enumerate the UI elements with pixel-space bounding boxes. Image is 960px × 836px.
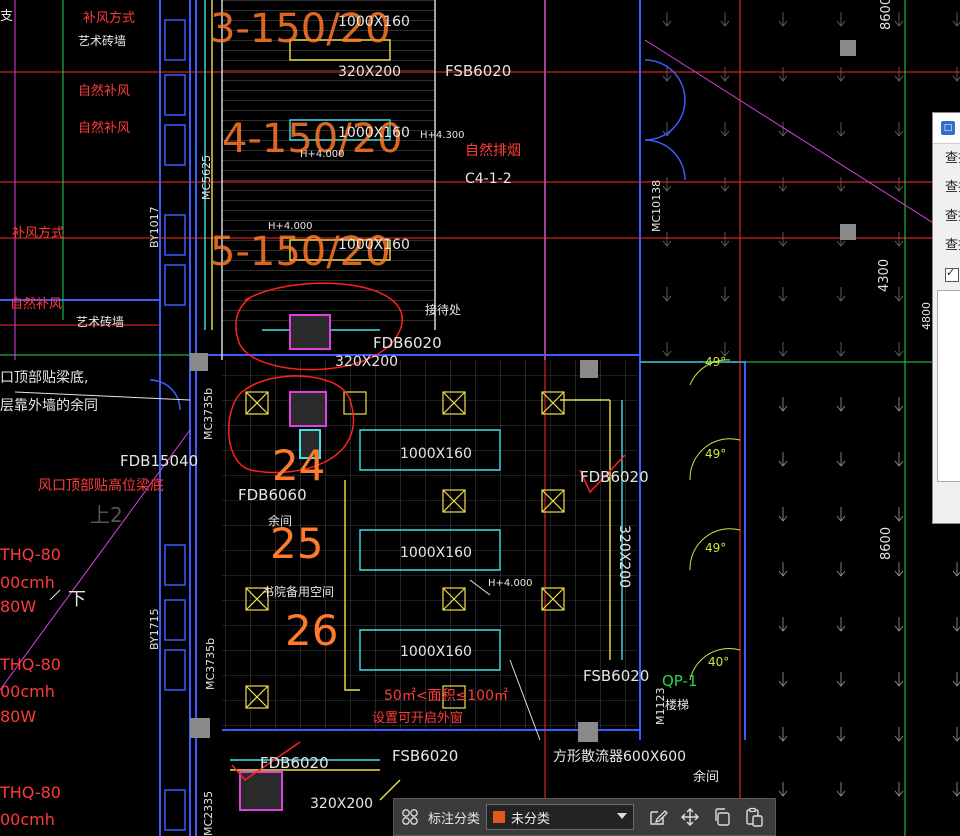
duct-label-6: 1000X160 — [400, 446, 472, 462]
arrow-field-top — [660, 0, 960, 360]
app-icon: □ — [941, 121, 955, 135]
label-left-cut: 支 — [0, 9, 13, 24]
equip-cmh-2: 00cmh — [0, 682, 55, 701]
note-window-rule: 设置可开启外窗 — [372, 710, 463, 726]
angle-1: 49° — [705, 355, 726, 369]
duct-label-2: 320X200 — [338, 64, 401, 80]
duct-label-1: 1000X160 — [338, 14, 410, 30]
label-spare-1: 余间 — [268, 513, 292, 528]
duct-label-4: 1000X160 — [338, 237, 410, 253]
door-mc2335: MC2335 — [202, 791, 215, 836]
label-backup-space: 书院备用空间 — [262, 585, 334, 599]
equip-cmh-1: 00cmh — [0, 573, 55, 592]
equip-thq-1: THQ-80 — [0, 545, 61, 564]
label-art-brick-2: 艺术砖墙 — [76, 314, 124, 329]
damper-fsb-bottom: FSB6020 — [392, 747, 458, 765]
markup-26: 26 — [285, 606, 338, 655]
damper-fdb-bottom: FDB6020 — [260, 754, 329, 772]
damper-fdb-right: FDB6020 — [580, 468, 649, 486]
markup-24: 24 — [272, 441, 325, 490]
tag-c4: C4-1-2 — [465, 171, 512, 187]
annotation-toolbar: 标注分类 未分类 — [393, 798, 776, 836]
note-beam-2: 层靠外墙的余同 — [0, 397, 98, 414]
dialog-titlebar[interactable]: □ — [933, 113, 960, 144]
label-art-brick-1: 艺术砖墙 — [78, 33, 126, 48]
angle-2: 49° — [705, 447, 726, 461]
paste-button[interactable] — [738, 802, 770, 832]
label-natural-exhaust: 自然排烟 — [465, 142, 521, 159]
tag-qp: QP-1 — [662, 672, 697, 690]
results-list[interactable] — [937, 290, 960, 482]
note-area-rule: 50㎡<面积≤100㎡ — [384, 688, 508, 704]
find-row-1[interactable]: 查找 — [933, 144, 960, 173]
door-m1123: M1123 — [654, 688, 667, 726]
arrow-field-right — [738, 360, 960, 836]
dim-8600: 8600 — [879, 527, 894, 560]
note-up: 上2 — [90, 503, 123, 527]
category-label: 标注分类 — [428, 811, 481, 827]
chevron-down-icon — [617, 813, 628, 819]
damper-fsb-right: FSB6020 — [583, 667, 649, 685]
duct-label-7: 1000X160 — [400, 545, 472, 561]
label-spare-2: 余间 — [693, 769, 719, 785]
duct-label-11: 方形散流器600X600 — [553, 749, 686, 765]
door-by1017: BY1017 — [148, 206, 161, 248]
label-make-up-mode-1: 补风方式 — [83, 10, 135, 26]
equip-w-2: 80W — [0, 707, 36, 726]
angle-4: 40° — [708, 655, 729, 669]
edit-icon — [650, 810, 668, 825]
label-stair: 楼梯 — [665, 697, 689, 712]
note-beam-3: 风口顶部贴高位梁底 — [38, 477, 164, 494]
elev-3: H+4.000 — [488, 578, 533, 589]
door-by1715: BY1715 — [148, 608, 161, 650]
label-reception: 接待处 — [425, 302, 461, 317]
duct-label-9: 320X200 — [616, 525, 632, 588]
category-value: 未分类 — [511, 811, 551, 827]
angle-3: 49° — [705, 541, 726, 555]
copy-button[interactable] — [706, 802, 738, 832]
elev-4: H+4.000 — [300, 149, 345, 160]
elev-1: H+4.300 — [420, 130, 465, 141]
equip-w-1: 80W — [0, 597, 36, 616]
door-mc3735b-2: MC3735b — [204, 638, 217, 690]
category-color-swatch — [493, 811, 506, 823]
duct-label-8: 1000X160 — [400, 644, 472, 660]
equip-thq-2: THQ-80 — [0, 655, 61, 674]
note-down: 下 — [68, 589, 86, 610]
door-mc10138: MC10138 — [650, 180, 663, 232]
damper-fdb-left: FDB15040 — [120, 452, 198, 470]
damper-fdb-6060: FDB6060 — [238, 486, 307, 504]
damper-fdb-mid: FDB6020 — [373, 334, 442, 352]
damper-fsb-top: FSB6020 — [445, 62, 511, 80]
find-row-3[interactable]: 查找 — [933, 202, 960, 231]
copy-icon — [715, 808, 730, 826]
equip-thq-3: THQ-80 — [0, 783, 61, 802]
elev-2: H+4.000 — [268, 221, 313, 232]
grid-button[interactable] — [394, 802, 426, 832]
equip-cmh-3: 00cmh — [0, 810, 55, 829]
edit-button[interactable] — [642, 802, 674, 832]
dim-8600-top: 8600 — [879, 0, 894, 30]
move-icon — [681, 808, 700, 826]
grid-icon — [402, 809, 418, 825]
dim-4300: 4300 — [877, 259, 892, 292]
duct-label-10: 320X200 — [310, 796, 373, 812]
door-mc5625: MC5625 — [200, 155, 213, 200]
find-dialog[interactable]: □ 查找 查找 查找 查找 — [932, 112, 960, 524]
move-button[interactable] — [674, 802, 706, 832]
label-natural-2: 自然补风 — [78, 120, 130, 136]
duct-label-5: 320X200 — [335, 354, 398, 370]
label-natural-1: 自然补风 — [78, 83, 130, 99]
option-checkbox[interactable] — [945, 266, 959, 282]
find-row-2[interactable]: 查找 — [933, 173, 960, 202]
label-natural-3: 自然补风 — [10, 296, 62, 312]
paste-icon — [746, 807, 763, 827]
label-make-up-mode-2: 补风方式 — [12, 225, 64, 241]
duct-label-3: 1000X160 — [338, 125, 410, 141]
cad-drawing-canvas[interactable]: 3-150/20 4-150/20 5-150/20 24 25 26 补风方式… — [0, 0, 960, 836]
door-mc3735b: MC3735b — [202, 388, 215, 440]
find-row-4[interactable]: 查找 — [933, 231, 960, 260]
category-dropdown[interactable]: 未分类 — [486, 804, 635, 830]
note-beam-1: 口顶部贴梁底, — [0, 370, 88, 386]
